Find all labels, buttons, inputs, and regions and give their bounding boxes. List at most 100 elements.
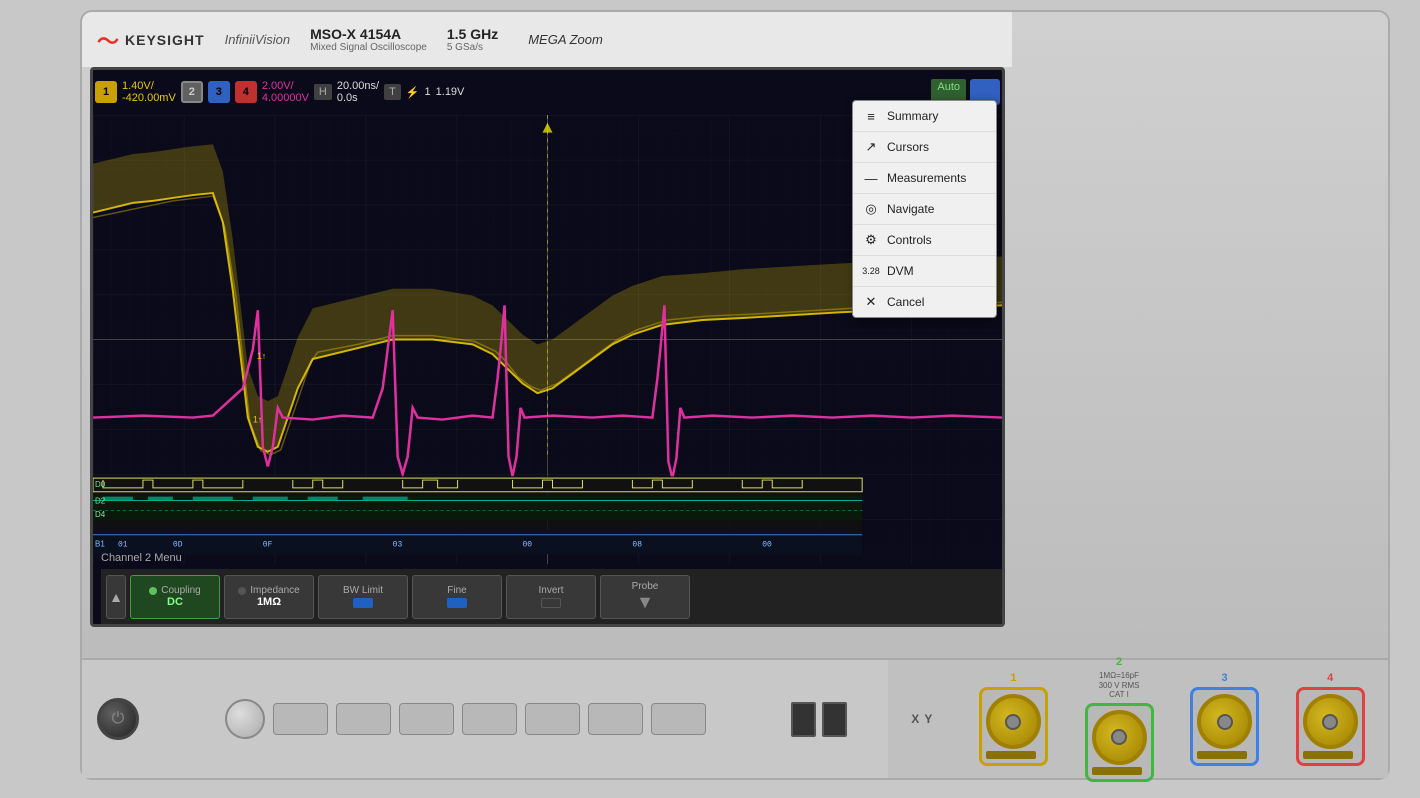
ch2-connector-frame — [1085, 703, 1154, 782]
model-number: MSO-X 4154A — [310, 26, 427, 42]
svg-text:00: 00 — [762, 541, 772, 550]
cancel-icon: ✕ — [863, 294, 879, 310]
ch1-connector-base — [986, 751, 1036, 759]
fine-label: Fine — [447, 585, 466, 596]
measurements-icon: — — [863, 170, 879, 186]
hw-rect-btn-3[interactable] — [399, 703, 454, 735]
frequency-info: 1.5 GHz 5 GSa/s — [447, 26, 498, 53]
impedance-led — [238, 587, 246, 595]
dvm-icon: 3.28 — [863, 263, 879, 279]
cursors-label: Cursors — [887, 140, 929, 154]
ch4-connector-label: 4 — [1327, 672, 1333, 684]
ch3-connector-base — [1197, 751, 1247, 759]
t-badge[interactable]: T — [384, 84, 401, 100]
summary-label: Summary — [887, 109, 938, 123]
ch3-badge[interactable]: 3 — [208, 81, 230, 103]
hw-rect-btn-6[interactable] — [588, 703, 643, 735]
bwlimit-label: BW Limit — [343, 585, 383, 596]
ch3-bnc-inner — [1217, 714, 1233, 730]
svg-text:00: 00 — [523, 541, 533, 550]
hw-rect-btn-7[interactable] — [651, 703, 706, 735]
coupling-label: Coupling — [161, 585, 200, 596]
ch2-bnc-connector[interactable] — [1092, 710, 1147, 765]
navigate-label: Navigate — [887, 202, 934, 216]
svg-text:1↑: 1↑ — [253, 415, 262, 425]
ch1-bnc-connector[interactable] — [986, 694, 1041, 749]
trig-num: 1 — [425, 86, 431, 98]
fine-toggle — [447, 598, 467, 608]
ch2-connector-base — [1092, 767, 1142, 775]
menu-item-cursors[interactable]: ↗ Cursors — [853, 132, 996, 163]
ch2-menu-title: Channel 2 Menu — [101, 552, 182, 564]
hw-rect-btn-1[interactable] — [273, 703, 328, 735]
invert-label: Invert — [538, 585, 563, 596]
bwlimit-button[interactable]: BW Limit — [318, 575, 408, 619]
ch1-connector-group: 1 — [979, 672, 1048, 766]
ch2-note: 1MΩ=16pF300 V RMSCAT I — [1099, 671, 1140, 700]
ch4-bnc-connector[interactable] — [1303, 694, 1358, 749]
ch1-connector-frame — [979, 687, 1048, 766]
keysight-logo-icon: 〜 — [97, 24, 119, 56]
menu-up-arrow[interactable]: ▲ — [106, 575, 126, 619]
ch3-connector-group: 3 — [1190, 672, 1259, 766]
connectors-bottom: X Y 1 2 1MΩ=16pF300 V RMSCAT I — [888, 658, 1388, 778]
menu-item-navigate[interactable]: ◎ Navigate — [853, 194, 996, 225]
svg-text:D2: D2 — [95, 497, 105, 506]
menu-item-controls[interactable]: ⚙ Controls — [853, 225, 996, 256]
menu-item-measurements[interactable]: — Measurements — [853, 163, 996, 194]
ch1-voltage: 1.40V/ -420.00mV — [122, 80, 176, 104]
oscilloscope-screen: 1 1.40V/ -420.00mV 2 3 4 2.00V/ 4.00000V… — [90, 67, 1005, 627]
y-label: Y — [924, 712, 932, 726]
usb-port-2 — [822, 702, 847, 737]
frequency-value: 1.5 GHz — [447, 26, 498, 42]
coupling-button[interactable]: Coupling DC — [130, 575, 220, 619]
coupling-value: DC — [167, 596, 183, 608]
svg-text:03: 03 — [393, 541, 403, 550]
hw-rect-btn-5[interactable] — [525, 703, 580, 735]
sample-rate: 5 GSa/s — [447, 42, 498, 53]
series-name: InfiniiVision — [225, 32, 291, 47]
ch1-badge[interactable]: 1 — [95, 81, 117, 103]
menu-item-dvm[interactable]: 3.28 DVM — [853, 256, 996, 287]
ch2-connector-group: 2 1MΩ=16pF300 V RMSCAT I — [1085, 656, 1154, 782]
ch4-voltage: 2.00V/ 4.00000V — [262, 80, 309, 104]
ch3-bnc-connector[interactable] — [1197, 694, 1252, 749]
hw-rect-btn-2[interactable] — [336, 703, 391, 735]
measurements-label: Measurements — [887, 171, 966, 185]
menu-item-cancel[interactable]: ✕ Cancel — [853, 287, 996, 317]
ch4-connector-base — [1303, 751, 1353, 759]
svg-text:B1: B1 — [95, 540, 105, 549]
impedance-button[interactable]: Impedance 1MΩ — [224, 575, 314, 619]
power-button[interactable]: ⏻ — [97, 698, 139, 740]
h-badge[interactable]: H — [314, 84, 332, 100]
impedance-value: 1MΩ — [257, 596, 281, 608]
ch3-connector-frame — [1190, 687, 1259, 766]
ch2-connector-label: 2 — [1116, 656, 1122, 668]
bwlimit-toggle — [353, 598, 373, 608]
ch2-badge[interactable]: 2 — [181, 81, 203, 103]
probe-button[interactable]: Probe ▼ — [600, 575, 690, 619]
hardware-bottom: ⏻ — [82, 658, 1012, 778]
mega-zoom-logo: MEGA Zoom — [528, 32, 603, 47]
oscilloscope-body: 〜 KEYSIGHT InfiniiVision MSO-X 4154A Mix… — [80, 10, 1390, 780]
svg-text:D4: D4 — [95, 510, 106, 519]
menu-item-summary[interactable]: ≡ Summary — [853, 101, 996, 132]
xy-labels: X Y — [911, 712, 932, 726]
model-info: MSO-X 4154A Mixed Signal Oscilloscope — [310, 26, 427, 53]
hw-round-btn-1[interactable] — [225, 699, 265, 739]
trig-symbol: ⚡ — [406, 86, 420, 99]
usb-port-1 — [791, 702, 816, 737]
invert-button[interactable]: Invert — [506, 575, 596, 619]
bottom-hw-buttons — [225, 699, 706, 739]
coupling-led — [149, 587, 157, 595]
impedance-label: Impedance — [250, 585, 299, 596]
ch3-connector-label: 3 — [1222, 672, 1228, 684]
svg-text:01: 01 — [118, 541, 128, 550]
probe-label: Probe — [632, 581, 659, 592]
fine-button[interactable]: Fine — [412, 575, 502, 619]
ch4-badge[interactable]: 4 — [235, 81, 257, 103]
ch4-connector-frame — [1296, 687, 1365, 766]
hw-rect-btn-4[interactable] — [462, 703, 517, 735]
svg-text:1↑: 1↑ — [257, 351, 266, 361]
trig-level: 1.19V — [436, 86, 465, 98]
